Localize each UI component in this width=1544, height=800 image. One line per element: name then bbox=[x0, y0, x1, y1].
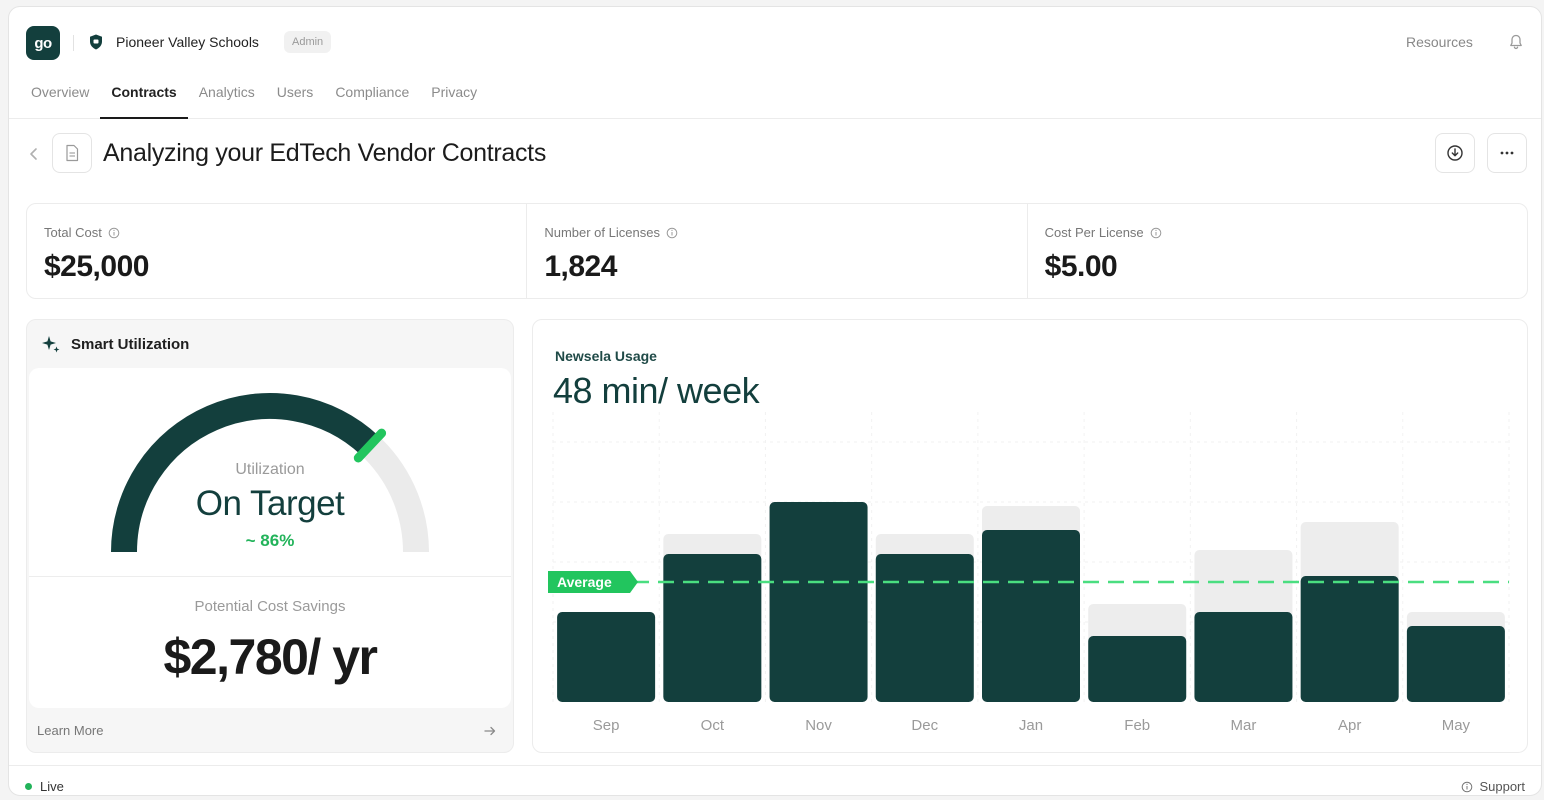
tab-bar: Overview Contracts Analytics Users Compl… bbox=[31, 83, 488, 119]
stat-value: 1,824 bbox=[544, 250, 617, 283]
learn-more-link[interactable]: Learn More bbox=[37, 723, 103, 738]
download-icon bbox=[1447, 145, 1463, 161]
bell-icon[interactable] bbox=[1506, 32, 1526, 52]
utilization-panel: Utilization On Target ~ 86% Potential Co… bbox=[29, 368, 511, 708]
bar-usage bbox=[1406, 626, 1505, 702]
tab-users[interactable]: Users bbox=[266, 83, 325, 119]
document-icon bbox=[66, 144, 79, 162]
chevron-left-icon[interactable] bbox=[27, 146, 41, 162]
utilization-status: On Target bbox=[195, 484, 345, 523]
divider bbox=[29, 576, 511, 577]
org-name[interactable]: Pioneer Valley Schools bbox=[116, 34, 259, 50]
info-icon[interactable] bbox=[1150, 227, 1162, 239]
tab-compliance[interactable]: Compliance bbox=[324, 83, 420, 119]
footer-bar: Live Support bbox=[9, 765, 1541, 795]
info-icon[interactable] bbox=[666, 227, 678, 239]
savings-label: Potential Cost Savings bbox=[194, 598, 346, 615]
arrow-right-icon[interactable] bbox=[482, 723, 498, 739]
shield-icon bbox=[90, 34, 102, 50]
utilization-percent: ~ 86% bbox=[245, 531, 295, 550]
app-window: go Pioneer Valley Schools Admin Resource… bbox=[8, 6, 1542, 796]
bar-usage bbox=[982, 530, 1080, 702]
stat-total-cost: Total Cost $25,000 bbox=[27, 204, 528, 298]
role-badge: Admin bbox=[284, 31, 332, 53]
stats-row: Total Cost $25,000 Number of Licenses 1,… bbox=[26, 203, 1528, 299]
more-horizontal-icon bbox=[1500, 151, 1514, 155]
x-tick-label: Mar bbox=[1231, 717, 1257, 734]
document-icon-box bbox=[52, 133, 92, 173]
app-logo[interactable]: go bbox=[26, 26, 60, 60]
more-options-button[interactable] bbox=[1487, 133, 1527, 173]
stat-cost-per-license: Cost Per License $5.00 bbox=[1028, 204, 1527, 298]
stat-label: Total Cost bbox=[44, 225, 102, 240]
average-label: Average bbox=[557, 574, 612, 590]
bar-usage bbox=[1088, 636, 1187, 702]
card-heading: Smart Utilization bbox=[71, 335, 190, 353]
bar-usage bbox=[557, 612, 656, 702]
support-link[interactable]: Support bbox=[1461, 779, 1525, 794]
bar-usage bbox=[875, 554, 974, 702]
x-tick-label: Nov bbox=[805, 717, 832, 734]
bar-usage bbox=[663, 554, 762, 702]
x-tick-label: Dec bbox=[911, 717, 938, 734]
usage-card: Newsela Usage 48 min/ week Sep Oct Nov Dec J… bbox=[532, 319, 1528, 753]
stat-label: Number of Licenses bbox=[544, 225, 660, 240]
savings-value: $2,780/ yr bbox=[163, 629, 378, 685]
smart-utilization-card: Smart Utilization Utilization On Target … bbox=[26, 319, 514, 753]
tab-contracts[interactable]: Contracts bbox=[100, 83, 189, 119]
x-tick-label: Sep bbox=[593, 717, 620, 734]
x-tick-label: Feb bbox=[1124, 717, 1150, 734]
x-tick-label: May bbox=[1442, 717, 1471, 734]
header-divider bbox=[73, 35, 74, 51]
stat-value: $5.00 bbox=[1044, 250, 1118, 283]
resources-link[interactable]: Resources bbox=[1406, 34, 1473, 50]
tab-analytics[interactable]: Analytics bbox=[188, 83, 266, 119]
tab-overview[interactable]: Overview bbox=[31, 83, 100, 119]
info-icon[interactable] bbox=[108, 227, 120, 239]
usage-bar-chart: Sep Oct Nov Dec Jan Feb Mar Apr May Average bbox=[548, 412, 1510, 734]
page-title: Analyzing your EdTech Vendor Contracts bbox=[103, 139, 547, 167]
bar-usage bbox=[1300, 576, 1399, 702]
tab-privacy[interactable]: Privacy bbox=[420, 83, 488, 119]
stat-number-of-licenses: Number of Licenses 1,824 bbox=[527, 204, 1028, 298]
x-tick-label: Apr bbox=[1338, 717, 1361, 734]
support-label: Support bbox=[1479, 779, 1525, 794]
stat-label: Cost Per License bbox=[1044, 225, 1144, 240]
sparkle-icon bbox=[42, 336, 60, 353]
top-bar: go Pioneer Valley Schools Admin Resource… bbox=[9, 7, 1541, 119]
x-tick-label: Jan bbox=[1019, 717, 1043, 734]
download-button[interactable] bbox=[1435, 133, 1475, 173]
help-icon bbox=[1462, 781, 1473, 792]
bar-usage bbox=[769, 502, 868, 702]
live-status-label: Live bbox=[40, 779, 64, 794]
bar-usage bbox=[1194, 612, 1293, 702]
live-status-dot bbox=[25, 783, 32, 790]
x-tick-label: Oct bbox=[701, 717, 725, 734]
gauge-label: Utilization bbox=[235, 461, 305, 478]
stat-value: $25,000 bbox=[44, 250, 149, 283]
